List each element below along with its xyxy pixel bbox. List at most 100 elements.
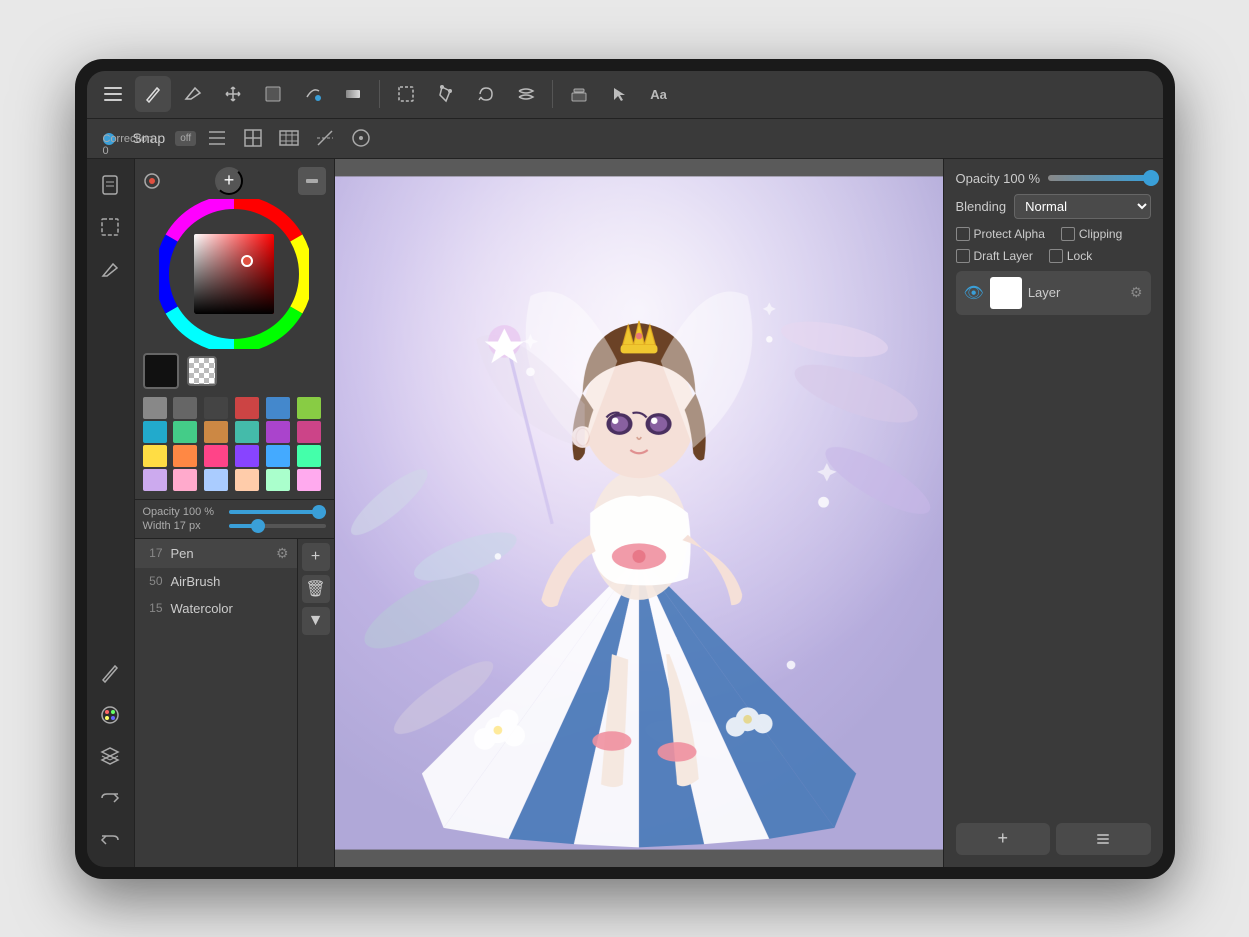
snap-off-badge[interactable]: off (175, 131, 196, 146)
palette-color-20[interactable] (173, 469, 197, 491)
palette-color-17[interactable] (266, 445, 290, 467)
opacity-slider-label: Opacity 100 % (143, 506, 223, 518)
palette-color-18[interactable] (297, 445, 321, 467)
snap-circle-btn[interactable] (346, 124, 376, 152)
snap-border-btn[interactable] (274, 124, 304, 152)
text-tool-button[interactable]: Aa (641, 76, 677, 112)
select-rect-button[interactable] (388, 76, 424, 112)
palette-color-8[interactable] (173, 421, 197, 443)
palette-color-9[interactable] (204, 421, 228, 443)
bucket-tool-button[interactable] (295, 76, 331, 112)
toolbar-divider-2 (552, 80, 553, 108)
palette-color-23[interactable] (266, 469, 290, 491)
palette-color-13[interactable] (143, 445, 167, 467)
opacity-label: Opacity 100 % (956, 171, 1041, 186)
new-file-icon[interactable] (92, 167, 128, 203)
layers-sidebar-icon[interactable] (92, 739, 128, 775)
gradient-tool-button[interactable] (335, 76, 371, 112)
clipping-label: Clipping (1079, 227, 1122, 241)
palette-color-6[interactable] (297, 397, 321, 419)
brush-item-airbrush[interactable]: 50 AirBrush (135, 568, 297, 595)
palette-color-22[interactable] (235, 469, 259, 491)
palette-sidebar-icon[interactable] (92, 697, 128, 733)
snap-grid-btn[interactable] (238, 124, 268, 152)
brush-list: 17 Pen ⚙ 50 AirBrush 15 Watercolor (135, 539, 297, 867)
layer-visibility-icon[interactable]: 👁 (964, 283, 984, 303)
snap-line-btn[interactable] (310, 124, 340, 152)
cursor-tool-button[interactable] (601, 76, 637, 112)
palette-color-3[interactable] (204, 397, 228, 419)
brush-action-column: + 🗑 ▼ (297, 539, 334, 867)
palette-color-15[interactable] (204, 445, 228, 467)
add-layer-button[interactable]: + (956, 823, 1051, 855)
palette-color-1[interactable] (143, 397, 167, 419)
pen-settings-btn[interactable]: ⚙ (276, 545, 289, 562)
color-wheel[interactable] (159, 199, 309, 349)
palette-color-16[interactable] (235, 445, 259, 467)
layer-button[interactable] (561, 76, 597, 112)
palette-color-24[interactable] (297, 469, 321, 491)
transform-button[interactable] (428, 76, 464, 112)
color-palette-grid (143, 397, 326, 491)
blending-label: Blending (956, 199, 1007, 214)
snap-lines-btn[interactable] (202, 124, 232, 152)
blending-mode-select[interactable]: Normal (1014, 194, 1150, 219)
eraser-tool-button[interactable] (175, 76, 211, 112)
palette-color-12[interactable] (297, 421, 321, 443)
eraser-sidebar-icon[interactable] (92, 251, 128, 287)
tablet-device: Aa Correction 0 Snap off (75, 59, 1175, 879)
tablet-screen: Aa Correction 0 Snap off (87, 71, 1163, 867)
protect-alpha-checkbox[interactable] (956, 227, 970, 241)
foreground-swatch[interactable] (143, 353, 179, 389)
clipping-group[interactable]: Clipping (1061, 227, 1122, 241)
width-track[interactable] (229, 524, 326, 528)
warp-button[interactable] (508, 76, 544, 112)
brushes-panel: 17 Pen ⚙ 50 AirBrush 15 Watercolor (135, 539, 334, 867)
select-sidebar-icon[interactable] (92, 209, 128, 245)
move-brush-button[interactable]: ▼ (302, 607, 330, 635)
undo-sidebar-icon[interactable] (92, 823, 128, 859)
canvas-area[interactable] (335, 159, 943, 867)
opacity-row: Opacity 100 % (956, 171, 1151, 186)
lasso-button[interactable] (468, 76, 504, 112)
palette-color-2[interactable] (173, 397, 197, 419)
layer-item[interactable]: 👁 Layer ⚙ (956, 271, 1151, 315)
lock-group[interactable]: Lock (1049, 249, 1092, 263)
protect-alpha-group[interactable]: Protect Alpha (956, 227, 1045, 241)
opacity-slider[interactable] (1048, 175, 1150, 181)
draft-layer-checkbox[interactable] (956, 249, 970, 263)
brush-item-pen[interactable]: 17 Pen ⚙ (135, 539, 297, 568)
opacity-track[interactable] (229, 510, 326, 514)
palette-color-5[interactable] (266, 397, 290, 419)
palette-color-11[interactable] (266, 421, 290, 443)
add-color-button[interactable]: + (215, 167, 243, 195)
correction-label: Correction 0 (103, 133, 154, 157)
palette-color-10[interactable] (235, 421, 259, 443)
redo-sidebar-icon[interactable] (92, 781, 128, 817)
brush-num-watercolor: 15 (143, 601, 163, 615)
palette-color-4[interactable] (235, 397, 259, 419)
menu-button[interactable] (95, 76, 131, 112)
fill-shape-button[interactable] (255, 76, 291, 112)
color-picker-icon[interactable] (143, 172, 161, 190)
main-area: + (87, 159, 1163, 867)
palette-color-19[interactable] (143, 469, 167, 491)
background-swatch[interactable] (187, 356, 217, 386)
palette-color-7[interactable] (143, 421, 167, 443)
palette-color-21[interactable] (204, 469, 228, 491)
pen-tool-button[interactable] (135, 76, 171, 112)
layer-settings-icon[interactable]: ⚙ (1130, 284, 1143, 301)
layer-name: Layer (1028, 285, 1124, 300)
clipping-checkbox[interactable] (1061, 227, 1075, 241)
brush-item-watercolor[interactable]: 15 Watercolor (135, 595, 297, 622)
draft-layer-group[interactable]: Draft Layer (956, 249, 1033, 263)
layer-options-button[interactable] (1056, 823, 1151, 855)
color-menu-button[interactable] (298, 167, 326, 195)
add-brush-button[interactable]: + (302, 543, 330, 571)
color-swatches (143, 349, 326, 393)
palette-color-14[interactable] (173, 445, 197, 467)
delete-brush-button[interactable]: 🗑 (302, 575, 330, 603)
pen-sidebar-icon[interactable] (92, 655, 128, 691)
lock-checkbox[interactable] (1049, 249, 1063, 263)
move-tool-button[interactable] (215, 76, 251, 112)
